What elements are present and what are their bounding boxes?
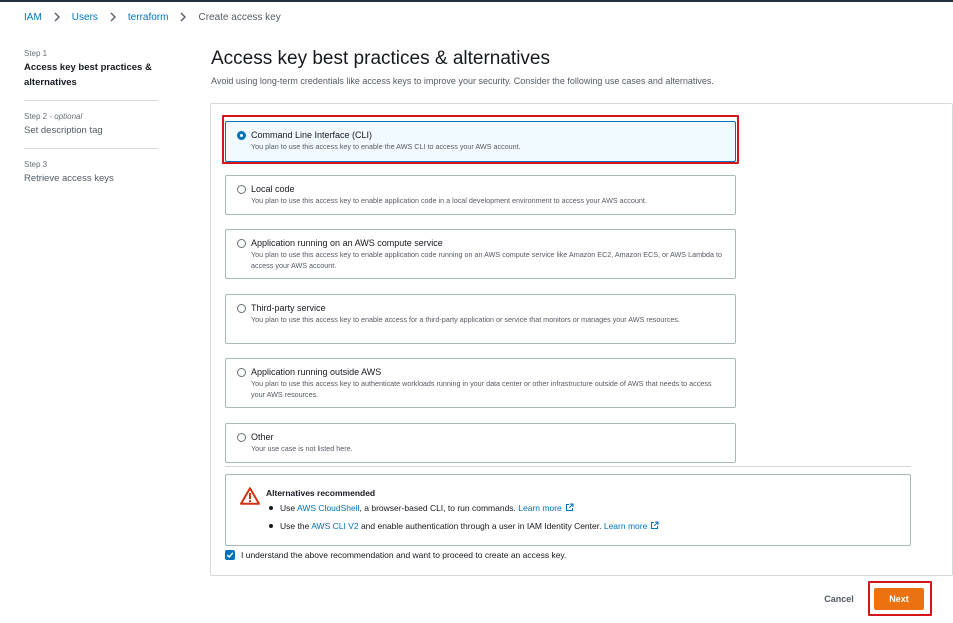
step-number: Step 3 — [24, 160, 48, 169]
use-case-panel: Command Line Interface (CLI) You plan to… — [210, 103, 953, 576]
cancel-button[interactable]: Cancel — [810, 588, 868, 610]
chevron-right-icon — [175, 11, 191, 23]
step-title: Set description tag — [24, 125, 103, 136]
option-label: Command Line Interface (CLI) — [251, 130, 373, 140]
external-link-icon[interactable] — [650, 521, 659, 530]
option-description: You plan to use this access key to enabl… — [251, 315, 680, 324]
option-description: You plan to use this access key to enabl… — [251, 196, 647, 205]
alert-item: Use the AWS CLI V2 and enable authentica… — [266, 520, 659, 532]
acknowledge-checkbox[interactable] — [225, 550, 235, 560]
option-third-party[interactable]: Third-party service You plan to use this… — [225, 294, 736, 344]
step-number: Step 2 - optional — [24, 112, 83, 121]
chevron-right-icon — [49, 11, 65, 23]
chevron-right-icon — [105, 11, 121, 23]
page-description: Avoid using long-term credentials like a… — [211, 76, 714, 86]
step-title: Retrieve access keys — [24, 173, 114, 184]
radio-button[interactable] — [237, 368, 246, 377]
option-description: You plan to use this access key to enabl… — [251, 250, 723, 270]
breadcrumb-current: Create access key — [198, 11, 281, 23]
option-description: You plan to use this access key to authe… — [251, 379, 712, 399]
step-3[interactable]: Step 3 Retrieve access keys — [24, 159, 158, 196]
radio-button[interactable] — [237, 131, 246, 140]
breadcrumb-terraform[interactable]: terraform — [128, 12, 169, 23]
page-title: Access key best practices & alternatives — [211, 48, 550, 69]
alert-item: Use AWS CloudShell, a browser-based CLI,… — [266, 502, 659, 514]
cloudshell-link[interactable]: AWS CloudShell — [297, 503, 360, 513]
wizard-steps: Step 1 Access key best practices & alter… — [24, 48, 158, 206]
option-local-code[interactable]: Local code You plan to use this access k… — [225, 175, 736, 215]
step-number: Step 1 — [24, 49, 48, 58]
next-button[interactable]: Next — [874, 588, 924, 610]
acknowledge-label[interactable]: I understand the above recommendation an… — [241, 550, 566, 560]
option-aws-compute[interactable]: Application running on an AWS compute se… — [225, 229, 736, 279]
option-label: Other — [251, 432, 274, 442]
option-outside-aws[interactable]: Application running outside AWS You plan… — [225, 358, 736, 408]
option-description: Your use case is not listed here. — [251, 444, 353, 453]
radio-button[interactable] — [237, 239, 246, 248]
option-label: Application running on an AWS compute se… — [251, 238, 443, 248]
option-label: Application running outside AWS — [251, 367, 382, 377]
option-cli[interactable]: Command Line Interface (CLI) You plan to… — [225, 121, 736, 162]
external-link-icon[interactable] — [565, 503, 574, 512]
radio-button[interactable] — [237, 433, 246, 442]
divider — [225, 466, 911, 467]
alert-title: Alternatives recommended — [266, 488, 376, 498]
step-2[interactable]: Step 2 - optional Set description tag — [24, 111, 158, 149]
optional-tag: optional — [54, 112, 83, 121]
check-icon — [226, 552, 234, 559]
aws-cli-v2-link[interactable]: AWS CLI V2 — [311, 521, 358, 531]
learn-more-link[interactable]: Learn more — [518, 503, 561, 513]
breadcrumb-users[interactable]: Users — [72, 12, 98, 23]
top-border — [0, 0, 953, 2]
option-description: You plan to use this access key to enabl… — [251, 142, 521, 151]
alert-list: Use AWS CloudShell, a browser-based CLI,… — [266, 502, 659, 532]
radio-button[interactable] — [237, 304, 246, 313]
option-label: Local code — [251, 184, 295, 194]
acknowledge-row: I understand the above recommendation an… — [225, 550, 566, 560]
radio-button[interactable] — [237, 185, 246, 194]
breadcrumb: IAM Users terraform Create access key — [24, 11, 281, 23]
option-label: Third-party service — [251, 303, 326, 313]
learn-more-link[interactable]: Learn more — [604, 521, 647, 531]
step-title: Access key best practices & alternatives — [24, 62, 152, 88]
warning-icon — [240, 487, 260, 505]
breadcrumb-iam[interactable]: IAM — [24, 12, 42, 23]
option-other[interactable]: Other Your use case is not listed here. — [225, 423, 736, 463]
step-1: Step 1 Access key best practices & alter… — [24, 48, 158, 101]
alternatives-alert: Alternatives recommended Use AWS CloudSh… — [225, 474, 911, 546]
